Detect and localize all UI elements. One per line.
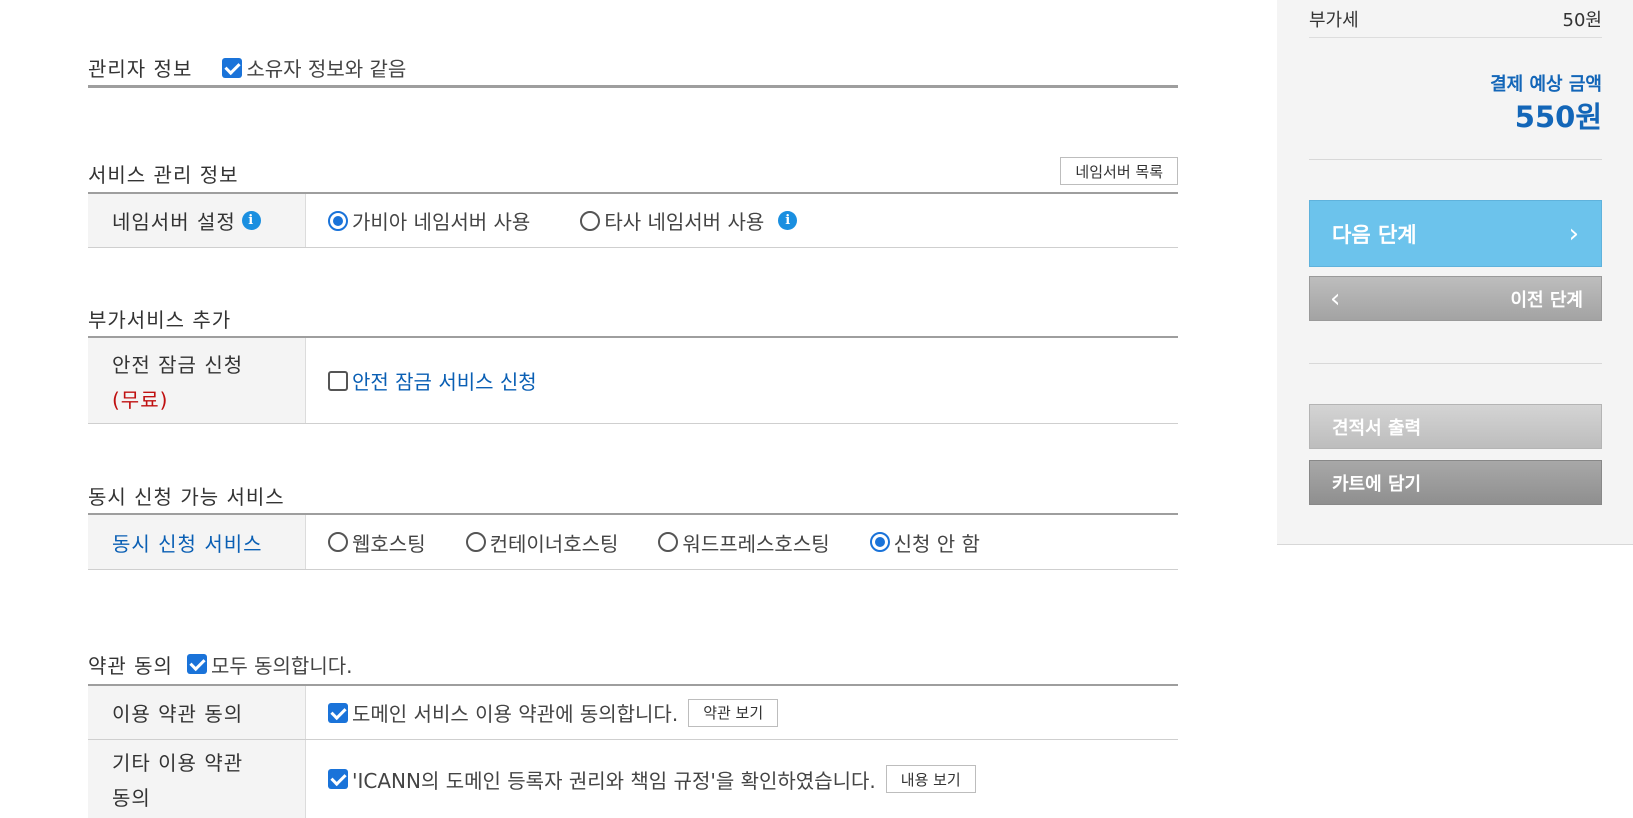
service-section-header: 서비스 관리 정보 네임서버 목록 — [88, 154, 1178, 194]
same-as-owner-label: 소유자 정보와 같음 — [246, 57, 407, 81]
admin-section-title: 관리자 정보 — [88, 57, 193, 81]
vat-label: 부가세 — [1309, 9, 1359, 31]
terms-other-label-cell: 기타 이용 약관 동의 — [88, 740, 306, 818]
radio-webhosting-label: 웹호스팅 — [352, 531, 426, 556]
radio-checked-icon — [869, 532, 890, 552]
safe-lock-free-label: (무료) — [112, 387, 169, 412]
radio-wordpress-hosting-label: 워드프레스호스팅 — [682, 531, 830, 556]
terms-use-row: 이용 약관 동의 도메인 서비스 이용 약관에 동의합니다. 약관 보기 — [88, 686, 1178, 740]
previous-step-button[interactable]: ‹ 이전 단계 — [1309, 276, 1602, 321]
radio-unchecked-icon — [580, 210, 601, 231]
chevron-right-icon: › — [1568, 218, 1579, 249]
terms-use-value: 도메인 서비스 이용 약관에 동의합니다. 약관 보기 — [306, 686, 1178, 739]
concurrent-label: 동시 신청 서비스 — [112, 531, 263, 556]
safe-lock-options: 안전 잠금 서비스 신청 — [306, 338, 1178, 423]
checkbox-checked-icon — [328, 769, 348, 789]
concurrent-options: 웹호스팅 컨테이너호스팅 워드프레스호스팅 신청 안 함 — [306, 515, 1178, 569]
terms-other-value: 'ICANN의 도메인 등록자 권리와 책임 규정'을 확인하였습니다. 내용 … — [306, 740, 1178, 818]
terms-section-title: 약관 동의 — [88, 653, 173, 678]
vat-value: 50원 — [1562, 9, 1602, 31]
radio-gabia-ns-label: 가비아 네임서버 사용 — [352, 210, 531, 234]
chevron-left-icon: ‹ — [1330, 283, 1341, 314]
nameserver-label: 네임서버 설정 — [112, 210, 236, 234]
terms-use-label-cell: 이용 약관 동의 — [88, 686, 306, 739]
terms-section-header: 약관 동의 모두 동의합니다. — [88, 644, 1178, 686]
radio-container-hosting-label: 컨테이너호스팅 — [489, 531, 619, 556]
same-as-owner-checkbox[interactable]: 소유자 정보와 같음 — [222, 53, 406, 82]
expected-payment-label: 결제 예상 금액 — [1490, 74, 1602, 95]
print-quote-button[interactable]: 견적서 출력 — [1309, 404, 1602, 449]
terms-other-text: 'ICANN의 도메인 등록자 권리와 책임 규정'을 확인하였습니다. — [352, 768, 876, 793]
expected-payment-total: 550원 — [1514, 100, 1602, 134]
safe-lock-label-cell: 안전 잠금 신청 (무료) — [88, 338, 306, 423]
admin-section-header: 관리자 정보 소유자 정보와 같음 — [88, 50, 1178, 88]
terms-other-checkbox[interactable]: 'ICANN의 도메인 등록자 권리와 책임 규정'을 확인하였습니다. — [328, 765, 876, 794]
view-content-button[interactable]: 내용 보기 — [885, 765, 976, 793]
terms-use-checkbox[interactable]: 도메인 서비스 이용 약관에 동의합니다. — [328, 698, 678, 727]
order-summary-sidebar: 부가세 50원 결제 예상 금액 550원 다음 단계 › ‹ 이전 단계 견적… — [1277, 0, 1633, 545]
terms-other-row: 기타 이용 약관 동의 'ICANN의 도메인 등록자 권리와 책임 규정'을 … — [88, 740, 1178, 818]
safe-lock-checkbox[interactable]: 안전 잠금 서비스 신청 — [328, 366, 537, 395]
radio-checked-icon — [328, 210, 348, 231]
next-step-label: 다음 단계 — [1332, 222, 1417, 247]
view-terms-button[interactable]: 약관 보기 — [688, 698, 779, 727]
terms-use-label: 이용 약관 동의 — [112, 702, 244, 726]
checkbox-checked-icon — [328, 702, 348, 723]
service-section-title: 서비스 관리 정보 — [88, 162, 239, 187]
safe-lock-row: 안전 잠금 신청 (무료) 안전 잠금 서비스 신청 — [88, 338, 1178, 424]
next-step-button[interactable]: 다음 단계 › — [1309, 200, 1602, 267]
add-to-cart-button[interactable]: 카트에 담기 — [1309, 460, 1602, 505]
nameserver-options: 가비아 네임서버 사용 타사 네임서버 사용 i — [306, 194, 1178, 247]
nameserver-list-button[interactable]: 네임서버 목록 — [1060, 157, 1178, 185]
divider — [1309, 159, 1602, 160]
agree-all-label: 모두 동의합니다. — [210, 653, 353, 678]
info-icon[interactable]: i — [241, 211, 261, 230]
checkbox-checked-icon — [186, 654, 207, 674]
radio-gabia-ns[interactable]: 가비아 네임서버 사용 — [328, 206, 530, 235]
checkbox-unchecked-icon — [328, 370, 348, 391]
addon-section-header: 부가서비스 추가 — [88, 300, 1178, 338]
radio-webhosting[interactable]: 웹호스팅 — [328, 528, 426, 557]
radio-no-apply-label: 신청 안 함 — [893, 531, 980, 556]
radio-unchecked-icon — [465, 532, 486, 552]
addon-section-title: 부가서비스 추가 — [88, 307, 232, 332]
previous-step-label: 이전 단계 — [1510, 289, 1583, 311]
divider — [1309, 363, 1602, 364]
vat-row: 부가세 50원 — [1309, 0, 1602, 38]
concurrent-row: 동시 신청 서비스 웹호스팅 컨테이너호스팅 워드프레스호스팅 신청 안 함 — [88, 515, 1178, 570]
concurrent-section-title: 동시 신청 가능 서비스 — [88, 484, 285, 509]
nameserver-label-cell: 네임서버 설정 i — [88, 194, 306, 247]
radio-no-apply[interactable]: 신청 안 함 — [869, 528, 980, 557]
concurrent-label-cell: 동시 신청 서비스 — [88, 515, 306, 569]
checkbox-checked-icon — [222, 57, 243, 78]
safe-lock-label: 안전 잠금 신청 — [112, 352, 244, 377]
terms-other-label-line1: 기타 이용 약관 — [112, 751, 244, 775]
radio-unchecked-icon — [328, 532, 348, 552]
radio-container-hosting[interactable]: 컨테이너호스팅 — [465, 528, 619, 557]
radio-wordpress-hosting[interactable]: 워드프레스호스팅 — [658, 528, 830, 557]
terms-other-label-line2: 동의 — [112, 786, 151, 810]
agree-all-checkbox[interactable]: 모두 동의합니다. — [186, 650, 353, 679]
radio-other-ns[interactable]: 타사 네임서버 사용 — [580, 206, 764, 235]
concurrent-section-header: 동시 신청 가능 서비스 — [88, 477, 1178, 515]
info-icon[interactable]: i — [778, 211, 798, 230]
safe-lock-option-label: 안전 잠금 서비스 신청 — [352, 370, 537, 394]
nameserver-row: 네임서버 설정 i 가비아 네임서버 사용 타사 네임서버 사용 i — [88, 194, 1178, 248]
radio-other-ns-label: 타사 네임서버 사용 — [604, 210, 765, 234]
radio-unchecked-icon — [658, 532, 679, 552]
terms-use-text: 도메인 서비스 이용 약관에 동의합니다. — [352, 702, 679, 726]
